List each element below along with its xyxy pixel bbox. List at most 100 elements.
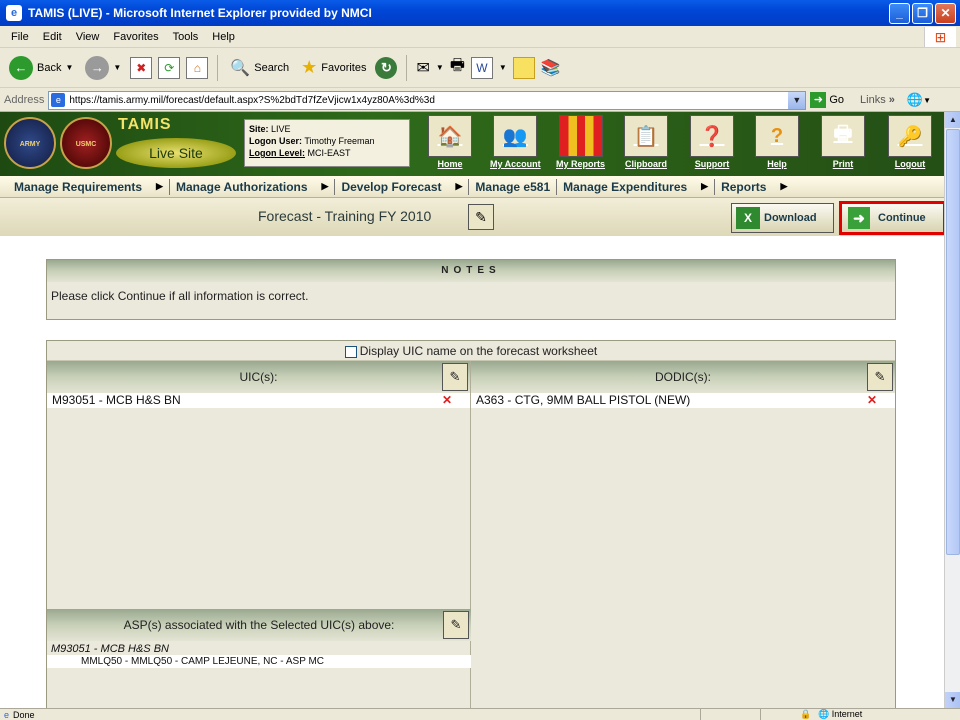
printer-icon: 🖶: [821, 115, 865, 157]
edit-asp-icon[interactable]: ✎: [443, 611, 469, 639]
site-value: LIVE: [271, 124, 291, 134]
continue-arrow-icon: ➜: [848, 207, 870, 229]
asp-header: ASP(s) associated with the Selected UIC(…: [47, 609, 471, 641]
home-icon[interactable]: ⌂: [186, 56, 209, 79]
minimize-button[interactable]: _: [889, 3, 910, 24]
reports-icon: ▥: [558, 115, 603, 157]
nav-print[interactable]: 🖶 Print: [821, 115, 865, 169]
maximize-button[interactable]: ❐: [912, 3, 933, 24]
back-button[interactable]: ← Back ▼: [6, 54, 76, 82]
menu-favorites[interactable]: Favorites: [106, 31, 165, 43]
key-icon: 🔑: [888, 115, 932, 157]
print-icon[interactable]: 🖶: [450, 54, 465, 81]
favorites-button[interactable]: ★ Favorites: [298, 55, 369, 80]
address-dropdown-icon[interactable]: ▼: [788, 91, 806, 109]
user-value: Timothy Freeman: [304, 136, 375, 146]
nav-clipboard[interactable]: 📋 Clipboard: [624, 115, 668, 169]
scroll-down-icon[interactable]: ▼: [945, 692, 960, 708]
nav-home[interactable]: 🏠 Home: [428, 115, 472, 169]
research-icon[interactable]: 📚: [541, 58, 561, 78]
display-uic-name-option: Display UIC name on the forecast workshe…: [47, 341, 895, 361]
stop-icon[interactable]: ✖: [130, 56, 153, 79]
vertical-scrollbar[interactable]: ▲ ▼: [944, 112, 960, 708]
submenu-arrow-icon: ▶: [780, 181, 788, 191]
uic-header: UIC(s): ✎: [47, 361, 470, 393]
display-uic-name-checkbox[interactable]: [344, 345, 357, 358]
tamis-banner: ARMY USMC TAMIS Live Site Site: LIVE Log…: [0, 112, 944, 176]
windows-logo-icon: ⊞: [924, 27, 956, 47]
notes-panel: NOTES Please click Continue if all infor…: [46, 259, 896, 320]
scroll-up-icon[interactable]: ▲: [945, 112, 960, 128]
dodic-header: DODIC(s): ✎: [471, 361, 895, 393]
edit-uic-icon[interactable]: ✎: [442, 363, 468, 391]
menu-manage-requirements[interactable]: Manage Requirements ▶: [8, 180, 169, 194]
forward-button[interactable]: → ▼: [82, 54, 124, 82]
status-page-icon: e: [4, 709, 10, 720]
toolbar-separator: [406, 54, 408, 81]
nav-help[interactable]: ? Help: [755, 115, 799, 169]
remove-uic-icon[interactable]: ✕: [442, 393, 452, 408]
go-button[interactable]: ➜ Go: [810, 92, 844, 108]
mail-icon[interactable]: ✉: [416, 58, 429, 78]
dodic-row: A363 - CTG, 9MM BALL PISTOL (NEW) ✕: [471, 393, 895, 408]
links-button[interactable]: Links »: [860, 94, 895, 106]
nav-support[interactable]: ❓ Support: [690, 115, 734, 169]
menu-help[interactable]: Help: [205, 31, 242, 43]
menu-tools[interactable]: Tools: [166, 31, 206, 43]
nav-logout[interactable]: 🔑 Logout: [888, 115, 932, 169]
menu-develop-forecast[interactable]: Develop Forecast ▶: [335, 180, 468, 194]
edit-dodic-icon[interactable]: ✎: [867, 363, 893, 391]
lock-icon: 🔒: [800, 709, 812, 719]
home-icon: 🏠: [428, 115, 472, 157]
remove-dodic-icon[interactable]: ✕: [867, 393, 877, 408]
continue-button[interactable]: ➜ Continue: [839, 201, 944, 235]
submenu-arrow-icon: ▶: [156, 181, 163, 191]
search-icon: 🔍: [230, 59, 251, 77]
back-arrow-icon: ←: [9, 55, 33, 80]
live-site-badge: Live Site: [116, 138, 236, 168]
status-text: Done: [13, 709, 35, 720]
uic-row: M93051 - MCB H&S BN ✕: [47, 393, 470, 408]
notes-text: Please click Continue if all information…: [51, 289, 309, 303]
menu-manage-expenditures[interactable]: Manage Expenditures ▶: [557, 180, 714, 194]
nav-my-reports[interactable]: ▥My Reports: [556, 115, 605, 169]
menu-view[interactable]: View: [69, 31, 107, 43]
browser-menubar: File Edit View Favorites Tools Help: [0, 26, 960, 48]
notes-heading: NOTES: [47, 260, 895, 282]
menu-reports[interactable]: Reports ▶: [715, 180, 793, 194]
close-button[interactable]: ✕: [935, 3, 956, 24]
search-button[interactable]: 🔍 Search: [227, 56, 292, 80]
page-subheader: Forecast - Training FY 2010 ✎ X Download…: [0, 198, 944, 236]
address-label: Address: [4, 94, 45, 106]
nav-my-account[interactable]: 👥 My Account: [490, 115, 541, 169]
menu-manage-authorizations[interactable]: Manage Authorizations ▶: [170, 180, 334, 194]
star-icon: ★: [301, 57, 318, 77]
address-input[interactable]: e https://tamis.army.mil/forecast/defaul…: [48, 90, 807, 110]
edit-forecast-icon[interactable]: ✎: [468, 204, 494, 230]
notes-icon[interactable]: [512, 56, 535, 79]
scroll-thumb[interactable]: [946, 129, 960, 555]
forward-arrow-icon: →: [85, 55, 110, 80]
asp-row: MMLQ50 - MMLQ50 - CAMP LEJEUNE, NC - ASP…: [47, 655, 471, 668]
page-title: Forecast - Training FY 2010: [258, 208, 432, 224]
help-icon: ?: [755, 115, 799, 157]
word-icon[interactable]: W: [470, 56, 493, 79]
go-arrow-icon: ➜: [810, 92, 827, 108]
page-icon: e: [51, 93, 66, 107]
refresh-icon[interactable]: ⟳: [158, 56, 181, 79]
toolbar-extension-icon[interactable]: 🌐: [907, 92, 923, 108]
main-menu: Manage Requirements ▶ Manage Authorizatio…: [0, 176, 944, 198]
clipboard-icon: 📋: [624, 115, 668, 157]
window-controls: _ ❐ ✕: [889, 3, 956, 24]
asp-uic-label: M93051 - MCB H&S BN: [51, 643, 169, 655]
menu-manage-e581[interactable]: Manage e581: [469, 180, 556, 194]
level-value: MCI-EAST: [307, 148, 351, 158]
menu-file[interactable]: File: [4, 31, 36, 43]
usmc-seal-icon: USMC: [60, 117, 112, 169]
history-icon[interactable]: ↻: [375, 56, 398, 79]
browser-toolbar: ← Back ▼ → ▼ ✖ ⟳ ⌂ 🔍 Search ★ Favorites ↻ …: [0, 48, 960, 88]
download-button[interactable]: X Download: [731, 203, 834, 233]
menu-edit[interactable]: Edit: [36, 31, 69, 43]
app-name: TAMIS: [118, 116, 172, 133]
page-content: ARMY USMC TAMIS Live Site Site: LIVE Log…: [0, 112, 944, 708]
